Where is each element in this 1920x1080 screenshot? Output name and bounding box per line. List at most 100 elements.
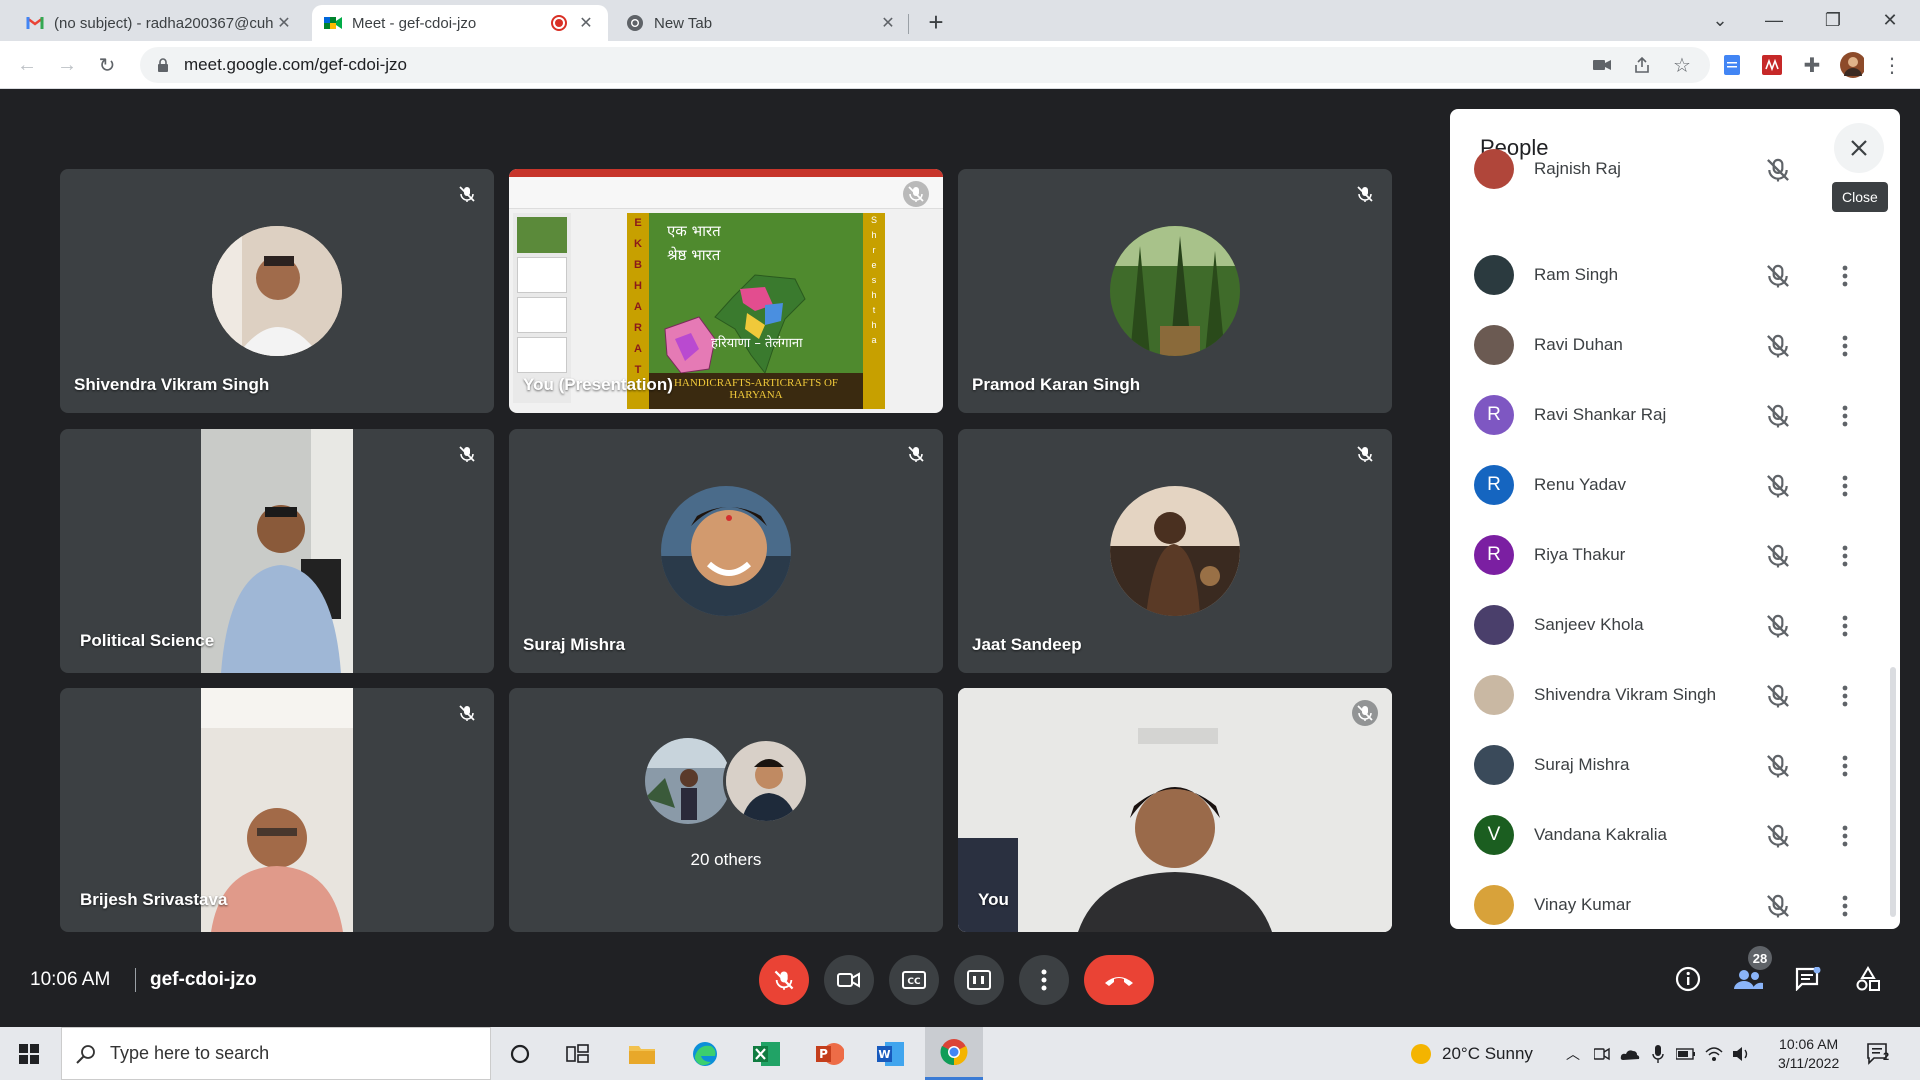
bookmark-star-icon[interactable]: ☆ [1670, 53, 1694, 77]
chrome-app[interactable] [925, 1027, 983, 1080]
battery-icon[interactable] [1676, 1027, 1696, 1080]
back-icon[interactable]: ← [14, 52, 40, 78]
more-options-icon[interactable] [1832, 683, 1858, 709]
others-tile[interactable]: 20 others [509, 688, 943, 932]
word-app[interactable]: W [862, 1027, 920, 1080]
forward-icon[interactable]: → [54, 52, 80, 78]
participant-tile[interactable]: Political Science [60, 429, 494, 673]
microphone-toggle-button[interactable] [759, 955, 809, 1005]
more-options-icon[interactable] [1832, 263, 1858, 289]
taskbar-search[interactable]: Type here to search [61, 1027, 491, 1080]
red-extension-icon[interactable] [1760, 53, 1784, 77]
clock-time: 10:06 AM [1779, 1036, 1839, 1052]
captions-button[interactable]: CC [889, 955, 939, 1005]
more-options-icon[interactable] [1832, 753, 1858, 779]
weather-widget[interactable]: 20°C Sunny [1410, 1027, 1533, 1080]
meet-tray-icon[interactable] [1594, 1027, 1610, 1080]
tab-search-icon[interactable]: ⌄ [1700, 4, 1740, 36]
muted-mic-icon [454, 441, 480, 467]
muted-mic-icon [1765, 893, 1791, 919]
leave-call-button[interactable] [1084, 955, 1154, 1005]
more-options-icon[interactable] [1832, 333, 1858, 359]
task-view-button[interactable] [549, 1027, 607, 1080]
cortana-button[interactable] [491, 1027, 549, 1080]
tab-title: (no subject) - radha200367@cuh [54, 14, 274, 32]
participant-row[interactable]: R Renu Yadav [1450, 453, 1900, 513]
muted-mic-icon [1765, 403, 1791, 429]
participant-avatar [1474, 255, 1514, 295]
taskbar-clock[interactable]: 10:06 AM 3/11/2022 [1778, 1035, 1839, 1073]
new-tab-button[interactable]: + [922, 7, 950, 37]
muted-mic-icon [903, 181, 929, 207]
presentation-tile[interactable]: E K B H A R A T S h r e s h t h a एक भार… [509, 169, 943, 413]
participant-row[interactable]: R Riya Thakur [1450, 523, 1900, 583]
minimize-button[interactable]: — [1754, 4, 1794, 36]
participant-tile[interactable]: Jaat Sandeep [958, 429, 1392, 673]
present-button[interactable] [954, 955, 1004, 1005]
excel-app[interactable] [738, 1027, 796, 1080]
ppt-ribbon-bar [509, 169, 943, 177]
chevron-up-icon[interactable]: ︿ [1566, 1027, 1580, 1080]
powerpoint-app[interactable]: P [801, 1027, 859, 1080]
edge-app[interactable] [676, 1027, 734, 1080]
search-icon [76, 1044, 95, 1064]
close-window-button[interactable]: ✕ [1870, 4, 1910, 36]
meeting-details-button[interactable] [1668, 959, 1708, 999]
panel-scrollbar[interactable] [1890, 667, 1896, 917]
participant-avatar [661, 486, 791, 616]
participant-row[interactable]: V Vandana Kakralia [1450, 803, 1900, 863]
more-options-button[interactable] [1019, 955, 1069, 1005]
participant-row[interactable]: Shivendra Vikram Singh [1450, 663, 1900, 723]
activities-button[interactable] [1848, 959, 1888, 999]
muted-mic-icon [454, 700, 480, 726]
onedrive-icon[interactable] [1620, 1027, 1640, 1080]
participant-row[interactable]: R Ravi Shankar Raj [1450, 383, 1900, 443]
close-tab-icon[interactable]: ✕ [576, 13, 596, 33]
meeting-code: gef-cdoi-jzo [150, 969, 257, 990]
docs-extension-icon[interactable] [1720, 53, 1744, 77]
participant-tile[interactable]: Brijesh Srivastava [60, 688, 494, 932]
participant-row[interactable]: Rajnish Raj [1450, 137, 1900, 197]
maximize-button[interactable]: ❐ [1813, 4, 1853, 36]
more-options-icon[interactable] [1832, 473, 1858, 499]
powerpoint-icon: P [816, 1042, 844, 1065]
notifications-button[interactable]: 2 [1866, 1027, 1892, 1080]
participant-row[interactable]: Ravi Duhan [1450, 313, 1900, 373]
participant-avatar: R [1474, 465, 1514, 505]
tab-gmail[interactable]: (no subject) - radha200367@cuh ✕ [14, 5, 306, 41]
share-icon[interactable] [1630, 53, 1654, 77]
file-explorer-app[interactable] [613, 1027, 671, 1080]
microphone-tray-icon[interactable] [1652, 1027, 1664, 1080]
address-bar[interactable]: meet.google.com/gef-cdoi-jzo [140, 47, 1710, 83]
participant-row[interactable]: Sanjeev Khola [1450, 593, 1900, 653]
chrome-menu-icon[interactable]: ⋮ [1880, 53, 1904, 77]
start-button[interactable] [0, 1027, 58, 1080]
extensions-puzzle-icon[interactable]: ✚ [1800, 53, 1824, 77]
close-tab-icon[interactable]: ✕ [878, 13, 898, 33]
more-options-icon[interactable] [1832, 613, 1858, 639]
camera-in-use-icon[interactable] [1590, 53, 1614, 77]
volume-icon[interactable] [1732, 1027, 1752, 1080]
tab-new-tab[interactable]: New Tab ✕ [614, 5, 910, 41]
ppt-toolbar [509, 177, 943, 209]
participant-row[interactable]: Suraj Mishra [1450, 733, 1900, 793]
participant-tile[interactable]: Pramod Karan Singh [958, 169, 1392, 413]
reload-icon[interactable]: ↻ [94, 52, 120, 78]
close-tab-icon[interactable]: ✕ [274, 13, 294, 33]
clock-date: 3/11/2022 [1778, 1055, 1840, 1071]
participant-tile[interactable]: Shivendra Vikram Singh [60, 169, 494, 413]
self-view-tile[interactable]: You [958, 688, 1392, 932]
more-options-icon[interactable] [1832, 543, 1858, 569]
participant-tile[interactable]: Suraj Mishra [509, 429, 943, 673]
tab-meet[interactable]: Meet - gef-cdoi-jzo ✕ [312, 5, 608, 41]
chat-button[interactable] [1788, 959, 1828, 999]
camera-toggle-button[interactable] [824, 955, 874, 1005]
participant-row[interactable]: Vinay Kumar [1450, 873, 1900, 929]
more-options-icon[interactable] [1832, 893, 1858, 919]
more-options-icon[interactable] [1832, 403, 1858, 429]
wifi-icon[interactable] [1704, 1027, 1724, 1080]
muted-mic-icon [1765, 157, 1791, 183]
profile-avatar[interactable] [1840, 52, 1864, 78]
participant-row[interactable]: Ram Singh [1450, 243, 1900, 303]
more-options-icon[interactable] [1832, 823, 1858, 849]
